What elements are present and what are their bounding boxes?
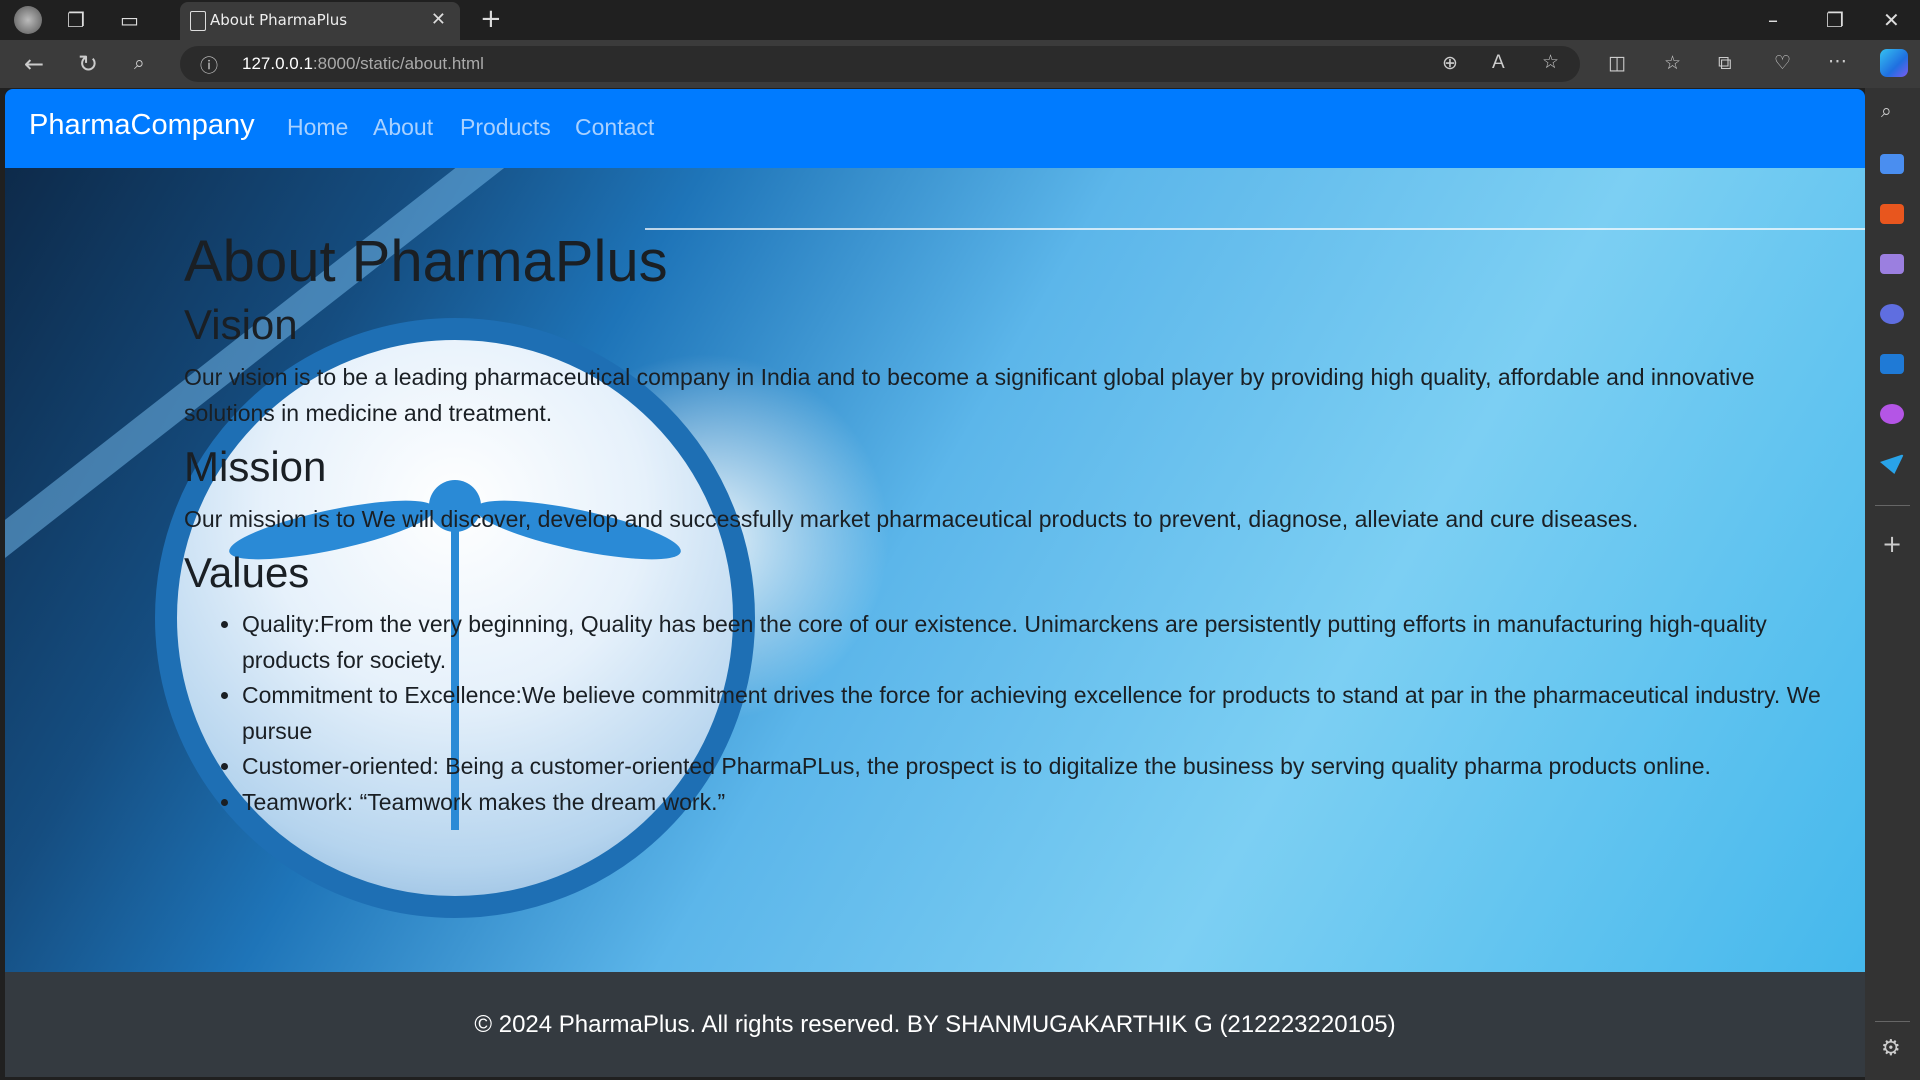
page-icon bbox=[190, 11, 206, 31]
favorite-star-icon[interactable]: ☆ bbox=[1542, 51, 1559, 74]
nav-products[interactable]: Products bbox=[460, 114, 551, 141]
shopping-icon[interactable] bbox=[1880, 154, 1904, 174]
close-tab-icon[interactable]: ✕ bbox=[431, 9, 446, 30]
mission-text: Our mission is to We will discover, deve… bbox=[184, 506, 1639, 532]
values-list: Quality:From the very beginning, Quality… bbox=[184, 607, 1834, 820]
browser-essentials-icon[interactable]: ♡ bbox=[1774, 52, 1791, 74]
zoom-icon[interactable]: ⊕ bbox=[1442, 52, 1458, 75]
values-heading: Values bbox=[184, 549, 310, 596]
profile-avatar[interactable] bbox=[14, 6, 42, 34]
add-icon[interactable]: + bbox=[1882, 530, 1902, 558]
reload-icon[interactable]: ↻ bbox=[78, 50, 98, 78]
site-info-icon[interactable]: ⓘ bbox=[200, 52, 218, 78]
split-screen-icon[interactable]: ◫ bbox=[1608, 52, 1626, 74]
sidebar-divider bbox=[1875, 505, 1910, 506]
navbar: PharmaCompany Home About Products Contac… bbox=[5, 89, 1865, 168]
brand-link[interactable]: PharmaCompany bbox=[29, 109, 255, 142]
games-icon[interactable] bbox=[1880, 254, 1904, 274]
close-window-icon[interactable]: ✕ bbox=[1883, 8, 1900, 32]
nav-about[interactable]: About bbox=[373, 114, 433, 141]
collections-icon[interactable]: ⧉ bbox=[1718, 52, 1732, 74]
list-item: Customer-oriented: Being a customer-orie… bbox=[242, 749, 1834, 785]
new-tab-icon[interactable]: + bbox=[480, 4, 502, 34]
tools-icon[interactable] bbox=[1880, 204, 1904, 224]
favorites-icon[interactable]: ☆ bbox=[1664, 52, 1681, 74]
search-icon[interactable]: ⌕ bbox=[134, 52, 145, 74]
footer: © 2024 PharmaPlus. All rights reserved. … bbox=[5, 972, 1865, 1077]
url-text: 127.0.0.1:8000/static/about.html bbox=[242, 54, 484, 74]
nav-home[interactable]: Home bbox=[287, 114, 348, 141]
mission-heading: Mission bbox=[184, 443, 327, 490]
copilot-icon[interactable] bbox=[1880, 49, 1908, 77]
url-host: 127.0.0.1 bbox=[242, 54, 313, 73]
about-section: About PharmaPlus Vision Our vision is to… bbox=[5, 168, 1865, 972]
read-aloud-icon[interactable]: A bbox=[1492, 52, 1505, 74]
footer-text: © 2024 PharmaPlus. All rights reserved. … bbox=[474, 1011, 1396, 1038]
outlook-icon[interactable] bbox=[1880, 354, 1904, 374]
workspaces-icon[interactable]: ❐ bbox=[67, 8, 85, 32]
sidebar-divider bbox=[1875, 1021, 1910, 1022]
nav-contact[interactable]: Contact bbox=[575, 114, 654, 141]
minimize-icon[interactable]: – bbox=[1768, 8, 1778, 32]
sidebar-search-icon[interactable]: ⌕ bbox=[1881, 100, 1892, 122]
url-path: :8000/static/about.html bbox=[312, 54, 484, 73]
tab-active[interactable]: About PharmaPlus ✕ bbox=[180, 2, 460, 40]
send-icon[interactable] bbox=[1880, 454, 1904, 474]
designer-icon[interactable] bbox=[1880, 404, 1904, 424]
restore-icon[interactable]: ❐ bbox=[1826, 8, 1844, 32]
back-icon[interactable]: ← bbox=[24, 50, 44, 78]
address-bar[interactable]: ⓘ 127.0.0.1:8000/static/about.html ⊕ A ☆ bbox=[180, 46, 1580, 82]
list-item: Quality:From the very beginning, Quality… bbox=[242, 607, 1834, 678]
edge-sidebar: ⌕ + ⚙ bbox=[1865, 88, 1920, 1080]
vision-text: Our vision is to be a leading pharmaceut… bbox=[184, 364, 1755, 426]
list-item: Commitment to Excellence:We believe comm… bbox=[242, 678, 1834, 749]
tab-bar: ❐ ▭ About PharmaPlus ✕ + – ❐ ✕ bbox=[0, 0, 1920, 40]
list-item: Teamwork: “Teamwork makes the dream work… bbox=[242, 785, 1834, 821]
settings-gear-icon[interactable]: ⚙ bbox=[1881, 1036, 1901, 1061]
about-content: About PharmaPlus Vision Our vision is to… bbox=[184, 228, 1834, 820]
more-icon[interactable]: ⋯ bbox=[1828, 50, 1847, 72]
copilot-sidebar-icon[interactable] bbox=[1880, 304, 1904, 324]
tab-title: About PharmaPlus bbox=[210, 11, 348, 29]
page-title: About PharmaPlus bbox=[184, 229, 668, 294]
tab-actions-icon[interactable]: ▭ bbox=[120, 8, 139, 32]
vision-heading: Vision bbox=[184, 301, 298, 348]
